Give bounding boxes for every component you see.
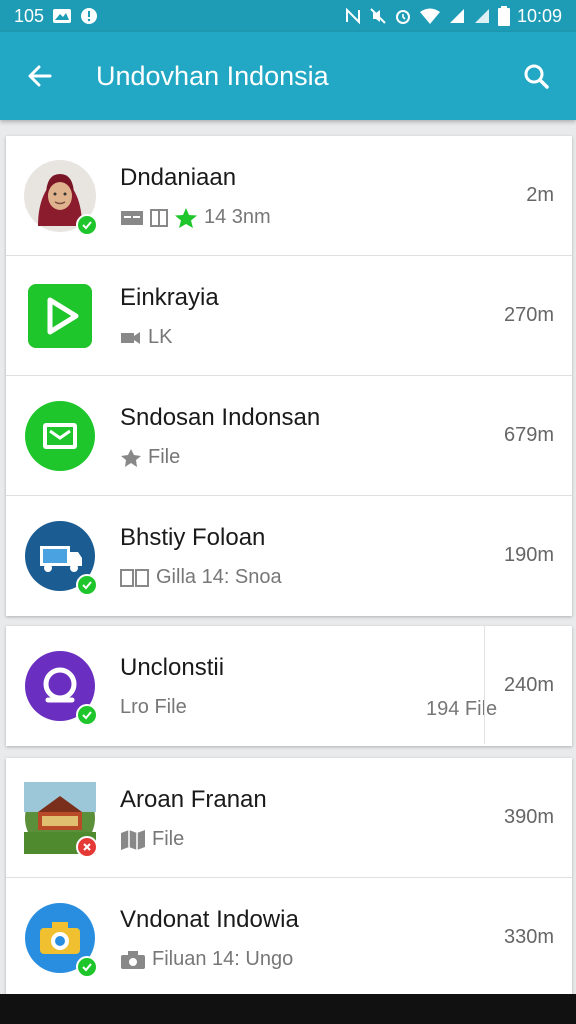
list-item[interactable]: Aroan Franan File 390m <box>6 758 572 878</box>
wifi-icon <box>419 7 441 25</box>
item-subtitle-text: Lro File <box>120 696 187 718</box>
item-subtitle: Lro File <box>120 696 187 719</box>
item-time: 2m <box>526 184 554 206</box>
mute-icon <box>369 7 387 25</box>
item-time: 679m <box>503 424 554 446</box>
arrow-left-icon <box>28 65 52 87</box>
item-subtitle: File <box>120 828 184 851</box>
avatar <box>24 280 96 352</box>
divider <box>484 626 485 744</box>
nfc-icon <box>344 7 362 25</box>
map-icon <box>121 829 145 850</box>
item-name: Einkrayia <box>120 284 219 311</box>
list-item[interactable]: Dndaniaan 14 3nm 2m <box>6 136 572 256</box>
signal-icon <box>448 7 466 25</box>
list-group: Dndaniaan 14 3nm 2m Einkrayia LK 270m Sn… <box>6 136 572 616</box>
item-subtitle-text: LK <box>148 326 173 348</box>
list-group: Aroan Franan File 390m Vndonat Indowia F… <box>6 758 572 998</box>
list-item[interactable]: Unclonstii Lro File 194 File 240m <box>6 626 572 746</box>
verified-badge-icon <box>76 956 98 978</box>
item-name: Aroan Franan <box>120 786 267 813</box>
avatar <box>24 902 98 978</box>
item-time: 390m <box>503 806 554 828</box>
avatar <box>24 782 98 858</box>
item-subtitle: 14 3nm <box>120 206 271 229</box>
item-name: Vndonat Indowia <box>120 906 299 933</box>
card-icon <box>121 210 143 225</box>
page-title: Undovhan Indonsia <box>96 60 329 91</box>
list-item[interactable]: Sndosan Indonsan File 679m <box>6 376 572 496</box>
doc-icon <box>150 208 168 227</box>
system-nav-bar <box>0 994 576 1024</box>
item-subtitle: File <box>120 446 180 469</box>
avatar <box>24 650 98 726</box>
alert-badge-icon <box>76 836 98 858</box>
notification-icon <box>80 7 98 25</box>
search-icon <box>524 64 549 89</box>
verified-badge-icon <box>76 574 98 596</box>
verified-badge-icon <box>76 214 98 236</box>
item-time: 240m <box>503 674 554 696</box>
item-subtitle: Filuan 14: Ungo <box>120 948 293 971</box>
alarm-icon <box>394 7 412 25</box>
item-time: 190m <box>503 544 554 566</box>
item-name: Sndosan Indonsan <box>120 404 321 431</box>
status-left-text: 105 <box>14 5 45 26</box>
item-subtitle-text: Gilla 14: Snoa <box>156 566 282 588</box>
image-icon <box>52 8 72 24</box>
list-item[interactable]: Einkrayia LK 270m <box>6 256 572 376</box>
video-icon <box>121 331 140 344</box>
star-icon <box>175 207 197 228</box>
avatar <box>24 160 98 236</box>
back-button[interactable] <box>12 48 68 104</box>
item-time: 270m <box>503 304 554 326</box>
pin-icon <box>121 448 141 467</box>
item-subtitle: Gilla 14: Snoa <box>120 566 282 589</box>
avatar <box>24 400 96 472</box>
avatar <box>24 520 98 596</box>
battery-icon <box>497 6 510 26</box>
list-item[interactable]: Bhstiy Foloan Gilla 14: Snoa 190m <box>6 496 572 616</box>
item-name: Dndaniaan <box>120 164 237 191</box>
item-time: 330m <box>503 926 554 948</box>
list-item[interactable]: Vndonat Indowia Filuan 14: Ungo 330m <box>6 878 572 998</box>
item-subtitle-text: File <box>148 446 181 468</box>
item-name: Bhstiy Foloan <box>120 524 266 551</box>
status-bar: 105 10:09 <box>0 0 576 32</box>
search-button[interactable] <box>510 50 562 102</box>
item-subtitle: LK <box>120 326 172 349</box>
verified-badge-icon <box>76 704 98 726</box>
item-name: Unclonstii <box>120 654 225 681</box>
item-subtitle-text: File <box>152 828 185 850</box>
doc-icon <box>120 568 149 587</box>
camera-icon <box>121 950 145 969</box>
app-bar: Undovhan Indonsia <box>0 32 576 120</box>
list-group: Unclonstii Lro File 194 File 240m <box>6 626 572 746</box>
status-time: 10:09 <box>516 5 562 26</box>
signal-icon <box>473 7 491 25</box>
item-subtitle-text: Filuan 14: Ungo <box>152 948 294 970</box>
item-extra: 194 File <box>426 698 498 720</box>
item-subtitle-text: 14 3nm <box>204 206 271 228</box>
